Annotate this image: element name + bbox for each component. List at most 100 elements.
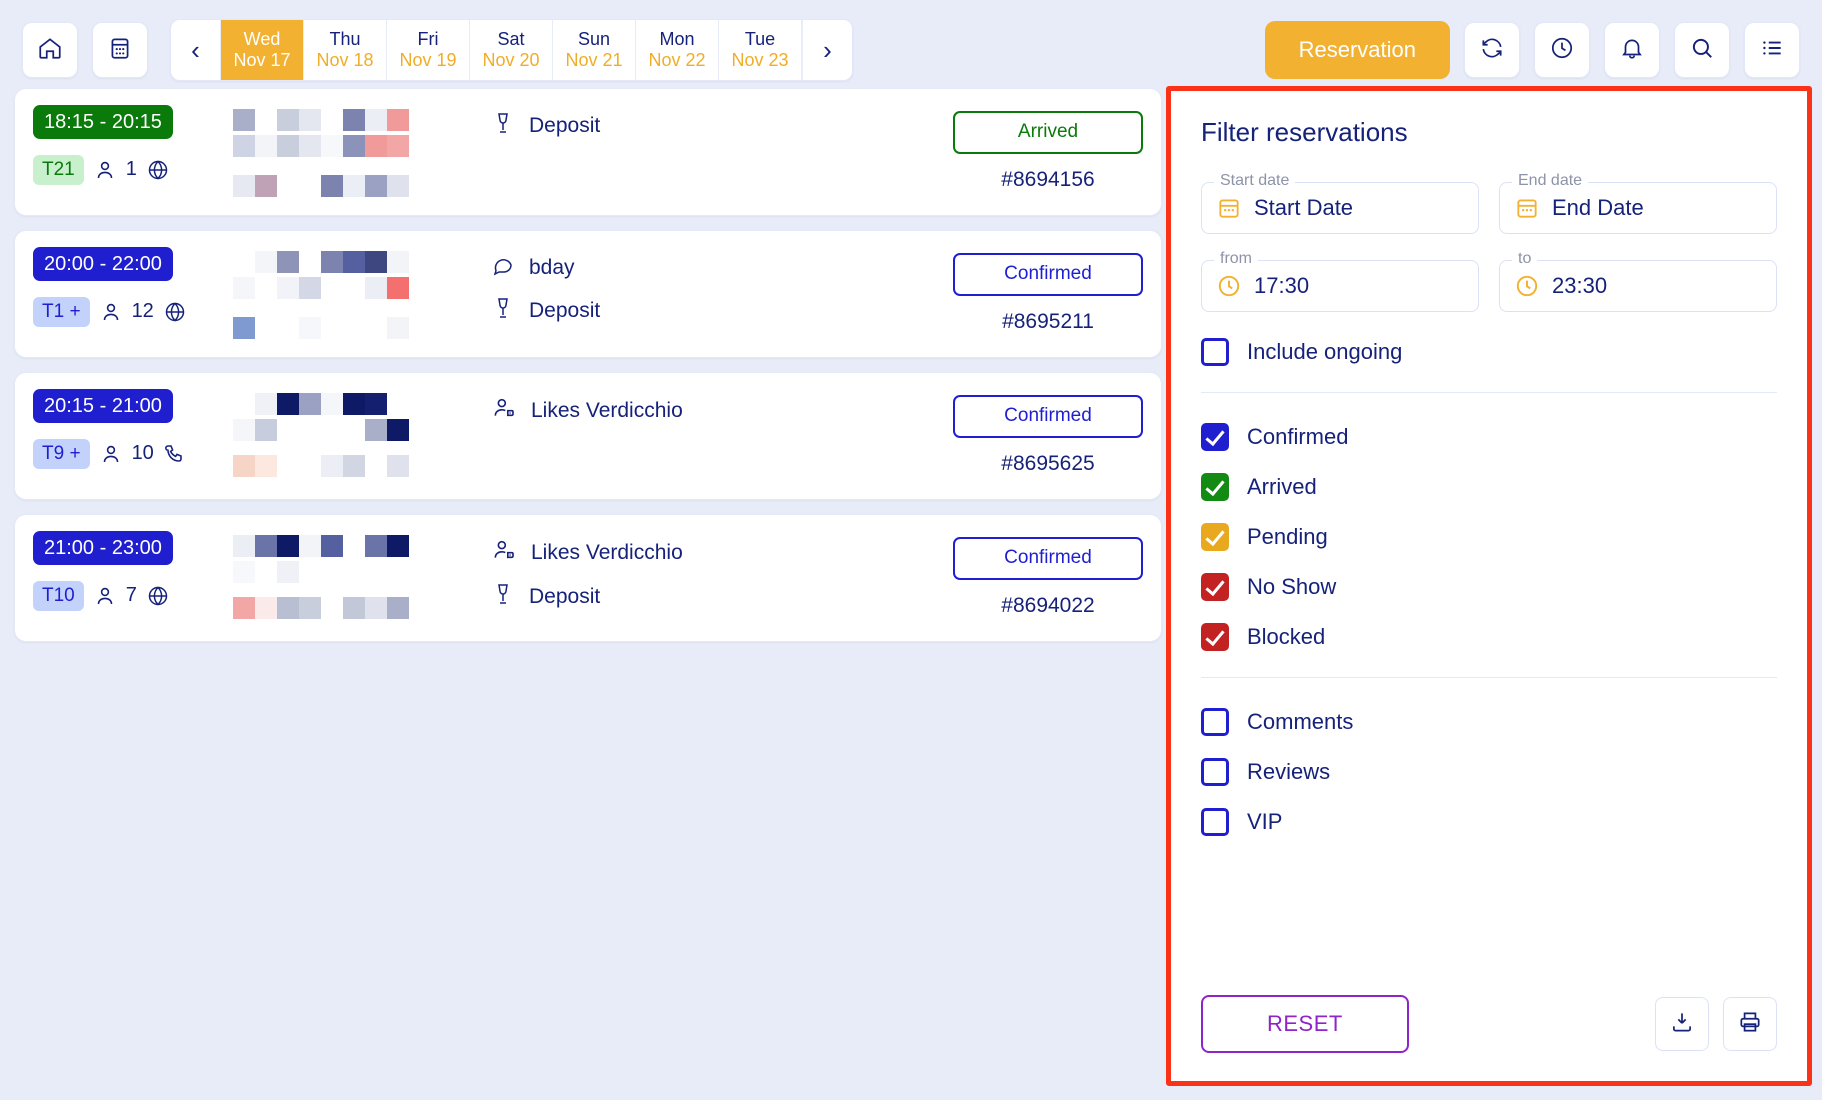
refresh-button[interactable] xyxy=(1464,22,1520,78)
from-time-field[interactable]: from 17:30 xyxy=(1201,260,1479,312)
arrived-label: Arrived xyxy=(1247,474,1317,500)
reservation-id: #8695211 xyxy=(953,310,1143,334)
filter-panel-highlight: Filter reservations Start date Start Dat… xyxy=(1166,86,1812,1086)
end-date-value: End Date xyxy=(1552,195,1644,221)
reservation-card[interactable]: 20:00 - 22:00 T1 + 12 xyxy=(14,230,1162,358)
person-tag-icon xyxy=(491,395,517,426)
status-badge[interactable]: Arrived xyxy=(953,111,1143,154)
status-filter-blocked[interactable]: Blocked xyxy=(1201,623,1777,651)
reservation-status: Confirmed #8695211 xyxy=(953,247,1143,334)
flag-filter-vip[interactable]: VIP xyxy=(1201,808,1777,836)
flag-filter-comments[interactable]: Comments xyxy=(1201,708,1777,736)
pending-checkbox[interactable] xyxy=(1201,523,1229,551)
redacted-guest-name xyxy=(233,389,473,477)
reservation-summary: 18:15 - 20:15 T21 1 xyxy=(33,105,233,185)
flag-filter-reviews[interactable]: Reviews xyxy=(1201,758,1777,786)
time-range-row: from 17:30 to 23:30 xyxy=(1201,260,1777,312)
next-day-button[interactable]: › xyxy=(802,20,852,80)
filter-actions: RESET xyxy=(1201,995,1777,1053)
search-button[interactable] xyxy=(1674,22,1730,78)
clock-icon xyxy=(1216,273,1242,299)
reservation-status: Confirmed #8695625 xyxy=(953,389,1143,476)
reservation-time: 20:15 - 21:00 xyxy=(33,389,173,423)
to-time-field[interactable]: to 23:30 xyxy=(1499,260,1777,312)
status-badge[interactable]: Confirmed xyxy=(953,395,1143,438)
reset-button[interactable]: RESET xyxy=(1201,995,1409,1053)
download-button[interactable] xyxy=(1655,997,1709,1051)
to-time-legend: to xyxy=(1512,250,1537,268)
calendar-button[interactable] xyxy=(92,22,148,78)
day-of-week: Sat xyxy=(497,30,524,50)
download-icon xyxy=(1669,1009,1695,1040)
status-badge[interactable]: Confirmed xyxy=(953,253,1143,296)
calendar-icon xyxy=(107,35,133,66)
notifications-button[interactable] xyxy=(1604,22,1660,78)
pending-label: Pending xyxy=(1247,524,1328,550)
app-header: ‹ Wed Nov 17 Thu Nov 18 Fri Nov 19 Sat N… xyxy=(0,0,1822,100)
home-button[interactable] xyxy=(22,22,78,78)
refresh-icon xyxy=(1479,35,1505,66)
include-ongoing-checkbox[interactable] xyxy=(1201,338,1229,366)
reservation-tags: Likes Verdicchio Deposit xyxy=(473,531,953,625)
day-of-week: Mon xyxy=(659,30,694,50)
person-icon xyxy=(99,300,123,324)
guest-count: 12 xyxy=(132,300,154,323)
end-date-legend: End date xyxy=(1512,172,1588,190)
print-button[interactable] xyxy=(1723,997,1777,1051)
no-show-checkbox[interactable] xyxy=(1201,573,1229,601)
prev-day-button[interactable]: ‹ xyxy=(171,20,221,80)
reservation-button[interactable]: Reservation xyxy=(1265,21,1450,79)
from-time-value: 17:30 xyxy=(1254,273,1309,299)
reservation-status: Arrived #8694156 xyxy=(953,105,1143,192)
calendar-icon xyxy=(1216,195,1242,221)
tag-item: Likes Verdicchio xyxy=(491,395,953,426)
reservation-tags: bday Deposit xyxy=(473,247,953,339)
divider xyxy=(1201,677,1777,678)
reservation-card[interactable]: 18:15 - 20:15 T21 1 xyxy=(14,88,1162,216)
to-time-value: 23:30 xyxy=(1552,273,1607,299)
vip-checkbox[interactable] xyxy=(1201,808,1229,836)
blocked-checkbox[interactable] xyxy=(1201,623,1229,651)
status-filter-no-show[interactable]: No Show xyxy=(1201,573,1777,601)
clock-icon xyxy=(1549,35,1575,66)
include-ongoing-row[interactable]: Include ongoing xyxy=(1201,338,1777,366)
reservation-tags: Likes Verdicchio xyxy=(473,389,953,440)
reservation-card[interactable]: 21:00 - 23:00 T10 7 xyxy=(14,514,1162,642)
day-tab-tue-nov-23[interactable]: Tue Nov 23 xyxy=(719,20,802,80)
day-tab-sun-nov-21[interactable]: Sun Nov 21 xyxy=(553,20,636,80)
tag-item: Deposit xyxy=(491,582,953,611)
confirmed-checkbox[interactable] xyxy=(1201,423,1229,451)
include-ongoing-label: Include ongoing xyxy=(1247,339,1402,365)
reservation-id: #8694156 xyxy=(953,168,1143,192)
status-filter-pending[interactable]: Pending xyxy=(1201,523,1777,551)
glass-icon xyxy=(491,296,515,325)
history-button[interactable] xyxy=(1534,22,1590,78)
start-date-field[interactable]: Start date Start Date xyxy=(1201,182,1479,234)
reservation-time: 21:00 - 23:00 xyxy=(33,531,173,565)
menu-button[interactable] xyxy=(1744,22,1800,78)
divider xyxy=(1201,392,1777,393)
status-filter-arrived[interactable]: Arrived xyxy=(1201,473,1777,501)
end-date-field[interactable]: End date End Date xyxy=(1499,182,1777,234)
day-tab-thu-nov-18[interactable]: Thu Nov 18 xyxy=(304,20,387,80)
redacted-guest-name xyxy=(233,247,473,339)
reservation-list: 18:15 - 20:15 T21 1 xyxy=(14,88,1162,656)
day-tab-mon-nov-22[interactable]: Mon Nov 22 xyxy=(636,20,719,80)
day-date: Nov 22 xyxy=(648,51,705,71)
arrived-checkbox[interactable] xyxy=(1201,473,1229,501)
list-icon xyxy=(1759,35,1785,66)
from-time-legend: from xyxy=(1214,250,1258,268)
day-tab-fri-nov-19[interactable]: Fri Nov 19 xyxy=(387,20,470,80)
comments-checkbox[interactable] xyxy=(1201,708,1229,736)
globe-icon xyxy=(163,300,187,324)
day-tab-wed-nov-17[interactable]: Wed Nov 17 xyxy=(221,20,304,80)
status-filter-confirmed[interactable]: Confirmed xyxy=(1201,423,1777,451)
reservation-summary: 20:00 - 22:00 T1 + 12 xyxy=(33,247,233,327)
person-icon xyxy=(93,158,117,182)
status-badge[interactable]: Confirmed xyxy=(953,537,1143,580)
day-of-week: Wed xyxy=(244,30,281,50)
day-tab-sat-nov-20[interactable]: Sat Nov 20 xyxy=(470,20,553,80)
reservation-card[interactable]: 20:15 - 21:00 T9 + 10 xyxy=(14,372,1162,500)
bell-icon xyxy=(1619,35,1645,66)
reviews-checkbox[interactable] xyxy=(1201,758,1229,786)
